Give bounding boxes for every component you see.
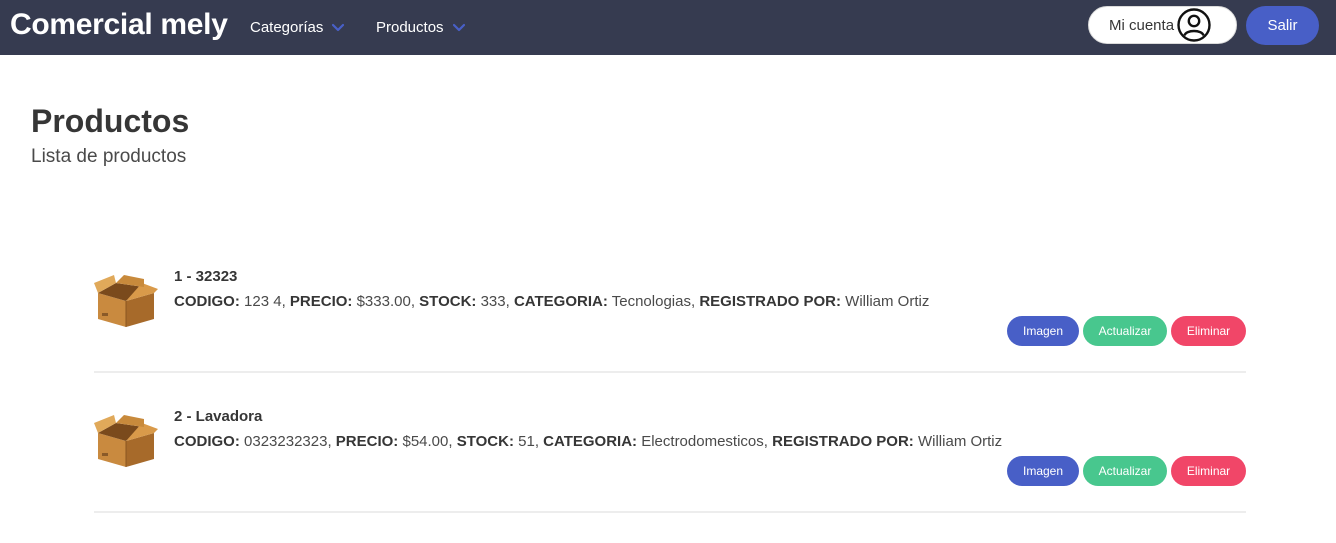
update-button[interactable]: Actualizar	[1083, 316, 1167, 346]
product-registrado: William Ortiz	[917, 433, 1003, 450]
page-subtitle: Lista de productos	[31, 146, 187, 167]
my-account-button[interactable]: Mi cuenta	[1088, 6, 1237, 44]
product-actions: Imagen Actualizar Eliminar	[1007, 316, 1246, 346]
page-title: Productos	[31, 103, 190, 139]
product-details: CODIGO: 0323232323, PRECIO: $54.00, STOC…	[174, 433, 1003, 450]
stock-label: STOCK:	[419, 293, 477, 310]
product-name: 1 - 32323	[174, 268, 238, 285]
top-navbar: Comercial mely Categorías Productos Mi c…	[0, 0, 1336, 55]
divider	[94, 511, 1246, 513]
categoria-label: CATEGORIA:	[543, 433, 638, 450]
product-categoria: Tecnologias	[611, 293, 691, 310]
product-categoria: Electrodomesticos	[641, 433, 764, 450]
product-stock: 51	[518, 433, 535, 450]
product-details: CODIGO: 123 4, PRECIO: $333.00, STOCK: 3…	[174, 293, 930, 310]
nav-productos-dropdown[interactable]: Productos	[376, 0, 465, 55]
nav-productos-label: Productos	[376, 19, 444, 36]
product-precio: $54.00	[402, 433, 449, 450]
registrado-label: REGISTRADO POR:	[699, 293, 841, 310]
codigo-label: CODIGO:	[174, 293, 240, 310]
product-codigo: 0323232323	[244, 433, 328, 450]
product-registrado: William Ortiz	[845, 293, 930, 310]
update-button[interactable]: Actualizar	[1083, 456, 1167, 486]
product-list-item: 1 - 32323 CODIGO: 123 4, PRECIO: $333.00…	[94, 263, 1246, 403]
nav-categorias-label: Categorías	[250, 19, 324, 36]
registrado-label: REGISTRADO POR:	[772, 433, 914, 450]
codigo-label: CODIGO:	[174, 433, 240, 450]
precio-label: PRECIO:	[289, 293, 353, 310]
cardboard-box-icon	[94, 275, 158, 327]
product-name: 2 - Lavadora	[174, 408, 263, 425]
stock-label: STOCK:	[456, 433, 514, 450]
logout-button[interactable]: Salir	[1246, 6, 1319, 45]
cardboard-box-icon	[94, 415, 158, 467]
chevron-down-icon	[452, 23, 465, 31]
image-button[interactable]: Imagen	[1007, 316, 1079, 346]
divider	[94, 371, 1246, 373]
delete-button[interactable]: Eliminar	[1171, 316, 1246, 346]
product-list-item: 2 - Lavadora CODIGO: 0323232323, PRECIO:…	[94, 403, 1246, 543]
image-button[interactable]: Imagen	[1007, 456, 1079, 486]
brand-logo[interactable]: Comercial mely	[10, 8, 228, 42]
nav-categorias-dropdown[interactable]: Categorías	[250, 0, 345, 55]
product-actions: Imagen Actualizar Eliminar	[1007, 456, 1246, 486]
my-account-label: Mi cuenta	[1109, 16, 1175, 34]
chevron-down-icon	[332, 23, 345, 31]
user-avatar-icon	[1177, 8, 1211, 42]
product-codigo: 123 4	[244, 293, 282, 310]
precio-label: PRECIO:	[335, 433, 399, 450]
delete-button[interactable]: Eliminar	[1171, 456, 1246, 486]
product-precio: $333.00	[356, 293, 411, 310]
categoria-label: CATEGORIA:	[513, 293, 608, 310]
product-stock: 333	[480, 293, 506, 310]
